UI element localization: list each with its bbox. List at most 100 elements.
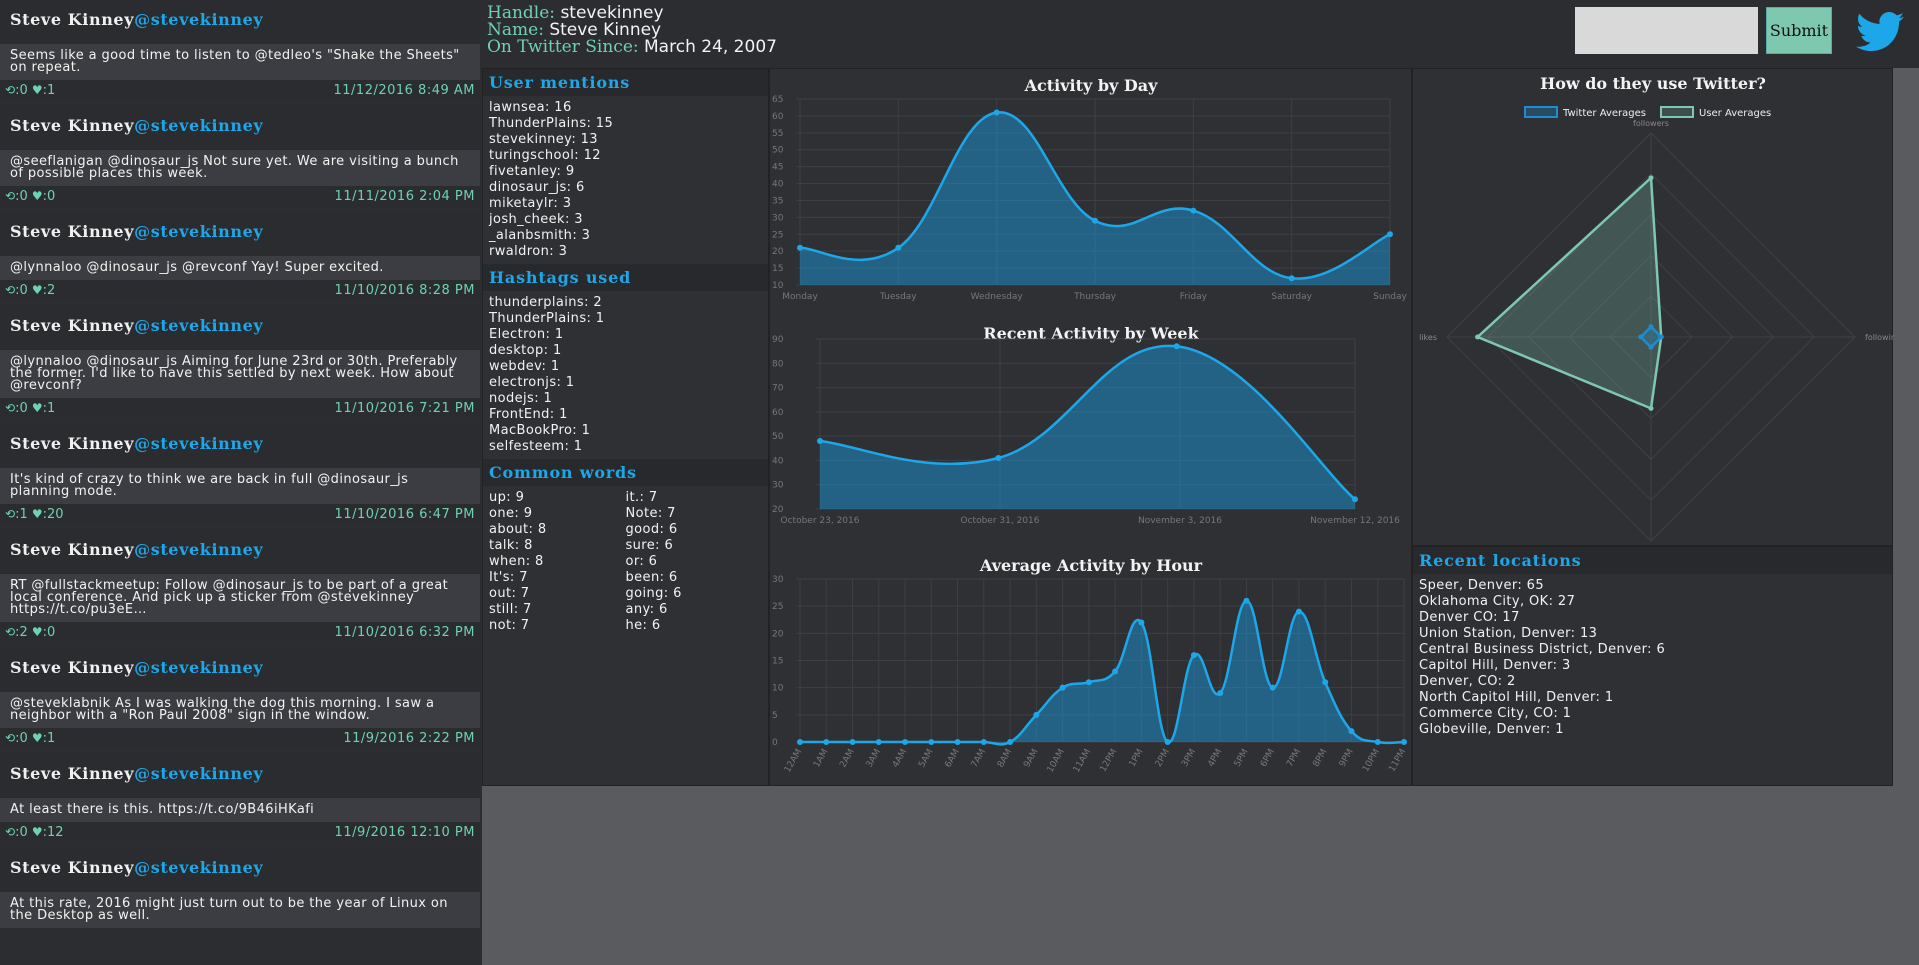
x-tick-label: 2AM [838, 748, 856, 770]
word-item: sure: 6 [625, 538, 674, 553]
heart-icon[interactable]: ♥ [32, 625, 43, 639]
tweet-date: 11/11/2016 2:04 PM [334, 188, 475, 204]
data-point [1295, 608, 1302, 615]
y-tick-label: 70 [772, 384, 784, 394]
data-point [797, 244, 803, 251]
data-point [1033, 711, 1040, 718]
radar-point [1648, 324, 1654, 330]
mention-item: turingschool: 12 [489, 148, 601, 163]
hashtags-list: thunderplains: 2 ThunderPlains: 1 Electron… [483, 291, 768, 459]
retweet-icon[interactable]: ⟲ [5, 401, 15, 415]
data-point [1190, 207, 1197, 214]
like-count: :0 [42, 624, 56, 640]
y-tick-label: 55 [772, 129, 783, 139]
heart-icon[interactable]: ♥ [32, 507, 43, 521]
tweet-author-handle[interactable]: @stevekinney [134, 316, 263, 335]
data-point [1374, 739, 1381, 745]
like-count: :1 [42, 730, 56, 746]
y-tick-label: 15 [772, 657, 783, 667]
tweet-footer: ⟲:0 ♥:1 11/9/2016 2:22 PM [0, 728, 480, 748]
retweet-icon[interactable]: ⟲ [5, 83, 15, 97]
radar-axis-label: likes [1419, 333, 1437, 342]
radar-axis-label: following [1865, 333, 1894, 342]
mentions-list: lawnsea: 16 ThunderPlains: 15 stevekinney:… [483, 96, 768, 264]
tweet-author-name: Steve Kinney [10, 116, 135, 135]
tweet-feed[interactable]: Steve Kinney@stevekinney Seems like a goo… [0, 0, 482, 965]
data-point [823, 739, 830, 745]
y-tick-label: 20 [772, 505, 784, 515]
retweet-icon[interactable]: ⟲ [5, 507, 15, 521]
tweet-author-handle[interactable]: @stevekinney [134, 222, 263, 241]
data-point [1085, 679, 1092, 686]
tweet-card[interactable]: Steve Kinney@stevekinney It's kind of cra… [0, 424, 480, 524]
heart-icon[interactable]: ♥ [32, 283, 43, 297]
tweet-author-name: Steve Kinney [10, 434, 135, 453]
twitter-bird-icon[interactable] [1856, 12, 1904, 52]
locations-panel: Recent locations Speer, Denver: 65 Oklaho… [1412, 546, 1893, 786]
x-tick-label: Monday [782, 292, 818, 302]
tweet-author-handle[interactable]: @stevekinney [134, 540, 263, 559]
tweet-card[interactable]: Steve Kinney@stevekinney @seeflanigan @di… [0, 106, 480, 206]
tweet-date: 11/9/2016 2:22 PM [343, 730, 475, 746]
radar-point [1638, 334, 1644, 340]
tweet-author-handle[interactable]: @stevekinney [134, 10, 263, 29]
tweet-date: 11/10/2016 7:21 PM [334, 400, 475, 416]
since-label: On Twitter Since: [487, 37, 639, 57]
data-point [1138, 619, 1145, 626]
data-point [1401, 739, 1407, 745]
data-point [1269, 684, 1276, 691]
search-input[interactable] [1575, 7, 1758, 54]
tweet-card[interactable]: Steve Kinney@stevekinney @steveklabnik As… [0, 648, 480, 748]
heart-icon[interactable]: ♥ [32, 401, 43, 415]
x-tick-label: Thursday [1073, 292, 1117, 302]
y-tick-label: 10 [772, 684, 784, 694]
x-tick-label: Sunday [1373, 292, 1407, 302]
tweet-author-name: Steve Kinney [10, 316, 135, 335]
like-count: :1 [42, 82, 56, 98]
retweet-icon[interactable]: ⟲ [5, 283, 15, 297]
retweet-icon[interactable]: ⟲ [5, 625, 15, 639]
tweet-author-handle[interactable]: @stevekinney [134, 116, 263, 135]
heart-icon[interactable]: ♥ [32, 189, 43, 203]
tweet-author-handle[interactable]: @stevekinney [134, 658, 263, 677]
tweet-text: @seeflanigan @dinosaur_js Not sure yet. … [0, 150, 480, 186]
heart-icon[interactable]: ♥ [32, 731, 43, 745]
y-tick-label: 50 [772, 432, 784, 442]
tweet-author-handle[interactable]: @stevekinney [134, 764, 263, 783]
data-point [954, 739, 961, 745]
tweet-card[interactable]: Steve Kinney@stevekinney @lynnaloo @dinos… [0, 306, 480, 418]
data-point [1007, 739, 1014, 745]
activity-by-week-chart: Recent Activity by Week 20 30 40 50 60 70 80 90 O… [772, 324, 1400, 526]
tweet-author-name: Steve Kinney [10, 10, 135, 29]
word-item: It's: 7 [489, 570, 528, 585]
x-tick-label: 6PM [1259, 748, 1277, 769]
tweet-card[interactable]: Steve Kinney@stevekinney At this rate, 20… [0, 848, 480, 928]
tweet-author-handle[interactable]: @stevekinney [134, 858, 263, 877]
retweet-icon[interactable]: ⟲ [5, 189, 15, 203]
radar-point [1475, 334, 1481, 340]
tweet-card[interactable]: Steve Kinney@stevekinney Seems like a goo… [0, 0, 480, 100]
tweet-card[interactable]: Steve Kinney@stevekinney RT @fullstackmee… [0, 530, 480, 642]
tweet-author-name: Steve Kinney [10, 858, 135, 877]
legend-label: Twitter Averages [1562, 108, 1646, 119]
tweet-header: Steve Kinney@stevekinney [0, 530, 480, 574]
tweet-card[interactable]: Steve Kinney@stevekinney At least there i… [0, 754, 480, 842]
retweet-icon[interactable]: ⟲ [5, 825, 15, 839]
y-tick-label: 10 [772, 281, 784, 291]
retweet-icon[interactable]: ⟲ [5, 731, 15, 745]
x-tick-label: October 23, 2016 [781, 516, 860, 526]
heart-icon[interactable]: ♥ [32, 83, 43, 97]
tweet-header: Steve Kinney@stevekinney [0, 648, 480, 692]
tweet-author-handle[interactable]: @stevekinney [134, 434, 263, 453]
profile-info: Handle: stevekinney Name: Steve Kinney O… [487, 5, 777, 56]
y-tick-label: 30 [772, 575, 784, 585]
y-tick-label: 60 [772, 112, 784, 122]
heart-icon[interactable]: ♥ [32, 825, 43, 839]
radar-point [1648, 175, 1654, 181]
tweet-header: Steve Kinney@stevekinney [0, 848, 480, 892]
tweet-card[interactable]: Steve Kinney@stevekinney @lynnaloo @dinos… [0, 212, 480, 300]
y-tick-label: 40 [772, 456, 784, 466]
retweet-count: :0 [15, 82, 28, 98]
submit-button[interactable]: Submit [1766, 7, 1832, 54]
data-point [895, 244, 902, 251]
